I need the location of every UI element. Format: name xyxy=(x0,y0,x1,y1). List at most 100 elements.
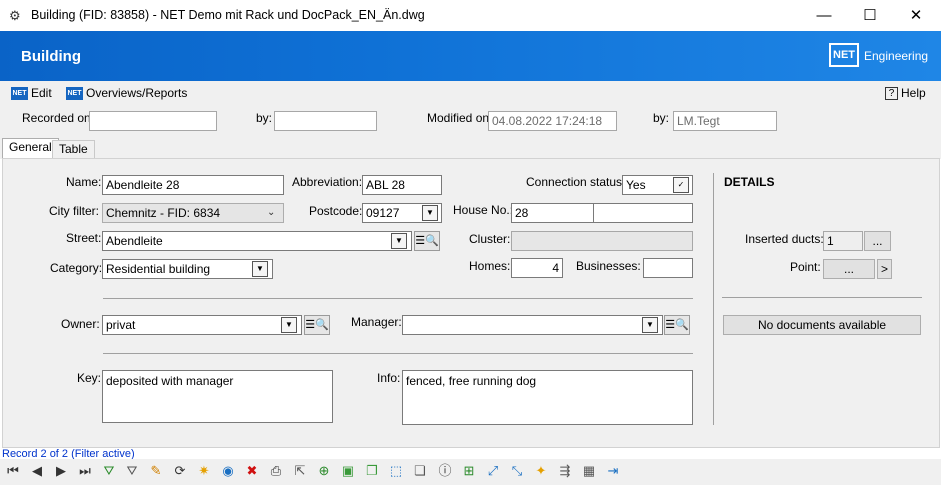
group-icon[interactable]: ❏ xyxy=(411,462,429,480)
first-record-icon[interactable]: ⏮ xyxy=(4,462,22,480)
next-record-icon[interactable]: ▶ xyxy=(52,462,70,480)
connection-status-select[interactable]: Yes ✓ xyxy=(622,175,693,195)
city-filter-label: City filter: xyxy=(49,204,100,218)
filter-icon[interactable]: ⛛ xyxy=(123,462,141,480)
new-icon[interactable]: ✷ xyxy=(195,462,213,480)
title-bar: ⚙ Building (FID: 83858) - NET Demo mit R… xyxy=(0,0,941,31)
dropdown-arrow-icon: ▼ xyxy=(252,261,268,277)
page-title: Building xyxy=(21,48,81,65)
owner-value: privat xyxy=(106,318,136,332)
modified-by-field: LM.Tegt xyxy=(673,111,777,131)
star-doc-icon[interactable]: ✦ xyxy=(532,462,550,480)
street-label: Street: xyxy=(66,231,102,245)
select-icon[interactable]: ⇱ xyxy=(291,462,309,480)
homes-input[interactable]: 4 xyxy=(511,258,563,278)
vertical-divider xyxy=(713,173,714,425)
maximize-button[interactable]: ☐ xyxy=(847,0,893,31)
inserted-ducts-field: 1 xyxy=(823,231,863,251)
key-textarea[interactable]: deposited with manager xyxy=(102,370,333,423)
name-input[interactable]: Abendleite 28 xyxy=(102,175,284,195)
add-filter-icon[interactable]: ⛛ xyxy=(100,462,118,480)
connection-status-label: Connection status: xyxy=(526,175,626,189)
cluster-field xyxy=(511,231,693,251)
grid-icon[interactable]: ▦ xyxy=(580,462,598,480)
owner-label: Owner: xyxy=(61,317,100,331)
owner-search-button[interactable]: ☰🔍 xyxy=(304,315,330,335)
divider xyxy=(722,297,922,298)
search-icon: ☰🔍 xyxy=(415,235,439,247)
copy-layer-icon[interactable]: ❐ xyxy=(363,462,381,480)
connection-status-value: Yes xyxy=(626,178,646,192)
menu-help-label: Help xyxy=(901,86,926,100)
header-banner: Building NET Engineering xyxy=(0,31,941,81)
manager-select[interactable]: ▼ xyxy=(402,315,663,335)
street-search-button[interactable]: ☰🔍 xyxy=(414,231,440,251)
category-value: Residential building xyxy=(106,262,211,276)
menu-overviews-reports[interactable]: NET Overviews/Reports xyxy=(66,85,187,101)
inserted-ducts-button[interactable]: ... xyxy=(864,231,891,251)
table-add-icon[interactable]: ⊞ xyxy=(460,462,478,480)
category-label: Category: xyxy=(50,261,103,275)
minimize-button[interactable]: — xyxy=(801,0,847,31)
modified-by-label: by: xyxy=(653,111,670,125)
help-icon: ? xyxy=(885,87,898,101)
menu-help[interactable]: ? Help xyxy=(885,85,926,101)
tab-table[interactable]: Table xyxy=(52,140,95,159)
city-filter-select[interactable]: Chemnitz - FID: 6834 ⌄ xyxy=(102,203,284,223)
menu-overviews-label: Overviews/Reports xyxy=(86,86,188,100)
info-textarea[interactable]: fenced, free running dog xyxy=(402,370,693,425)
dropdown-arrow-icon: ▼ xyxy=(391,233,407,249)
modified-on-field: 04.08.2022 17:24:18 xyxy=(488,111,617,131)
last-record-icon[interactable]: ⏭ xyxy=(76,462,94,480)
connect-icon[interactable]: ⤢ xyxy=(484,462,502,480)
edit-pencil-icon[interactable]: ✎ xyxy=(147,462,165,480)
abbreviation-label: Abbreviation: xyxy=(292,175,363,189)
frame-icon[interactable]: ⬚ xyxy=(387,462,405,480)
homes-label: Homes: xyxy=(469,259,511,273)
owner-select[interactable]: privat ▼ xyxy=(102,315,302,335)
disconnect-icon[interactable]: ⤡ xyxy=(508,462,526,480)
record-info: Recorded on: by: Modified on: 04.08.2022… xyxy=(0,104,941,138)
recorded-by-field xyxy=(274,111,377,131)
info-icon[interactable]: ⓘ xyxy=(436,462,454,480)
recorded-on-label: Recorded on: xyxy=(22,111,95,125)
point-button[interactable]: ... xyxy=(823,259,875,279)
globe-icon[interactable]: ◉ xyxy=(219,462,237,480)
house-no-input[interactable]: 28 xyxy=(511,203,594,223)
prev-record-icon[interactable]: ◀ xyxy=(28,462,46,480)
exit-icon[interactable]: ⇥ xyxy=(604,462,622,480)
route-icon[interactable]: ⇶ xyxy=(556,462,574,480)
dropdown-arrow-icon: ▼ xyxy=(422,205,438,221)
street-select[interactable]: Abendleite ▼ xyxy=(102,231,412,251)
delete-icon[interactable]: ✖ xyxy=(243,462,261,480)
abbreviation-input[interactable]: ABL 28 xyxy=(362,175,442,195)
net-icon: NET xyxy=(11,87,28,101)
tab-bar: General Table xyxy=(0,138,941,159)
menu-edit[interactable]: NET Edit xyxy=(11,85,52,101)
no-documents-button[interactable]: No documents available xyxy=(723,315,921,335)
manager-search-button[interactable]: ☰🔍 xyxy=(664,315,690,335)
print-icon[interactable]: ⎙ xyxy=(267,462,285,480)
category-select[interactable]: Residential building ▼ xyxy=(102,259,273,279)
layer-icon[interactable]: ▣ xyxy=(339,462,357,480)
chevron-down-icon: ⌄ xyxy=(267,207,276,218)
name-label: Name: xyxy=(66,175,102,189)
point-next-button[interactable]: > xyxy=(877,259,892,279)
close-button[interactable]: ✕ xyxy=(893,0,939,31)
divider xyxy=(103,298,693,299)
street-value: Abendleite xyxy=(106,234,163,248)
refresh-icon[interactable]: ⟳ xyxy=(171,462,189,480)
zoom-icon[interactable]: ⊕ xyxy=(315,462,333,480)
net-icon: NET xyxy=(66,87,83,101)
menu-bar: NET Edit NET Overviews/Reports ? Help xyxy=(0,81,941,104)
general-panel: Name: Abendleite 28 Abbreviation: ABL 28… xyxy=(2,158,940,448)
tab-general[interactable]: General xyxy=(2,138,59,159)
house-no-suffix-input[interactable] xyxy=(593,203,693,223)
checkmark-icon: ✓ xyxy=(673,177,689,193)
businesses-input[interactable] xyxy=(643,258,693,278)
search-icon: ☰🔍 xyxy=(305,319,329,331)
net-logo: NET xyxy=(829,43,859,67)
info-label: Info: xyxy=(377,371,401,385)
postcode-select[interactable]: 09127 ▼ xyxy=(362,203,442,223)
dropdown-arrow-icon: ▼ xyxy=(281,317,297,333)
